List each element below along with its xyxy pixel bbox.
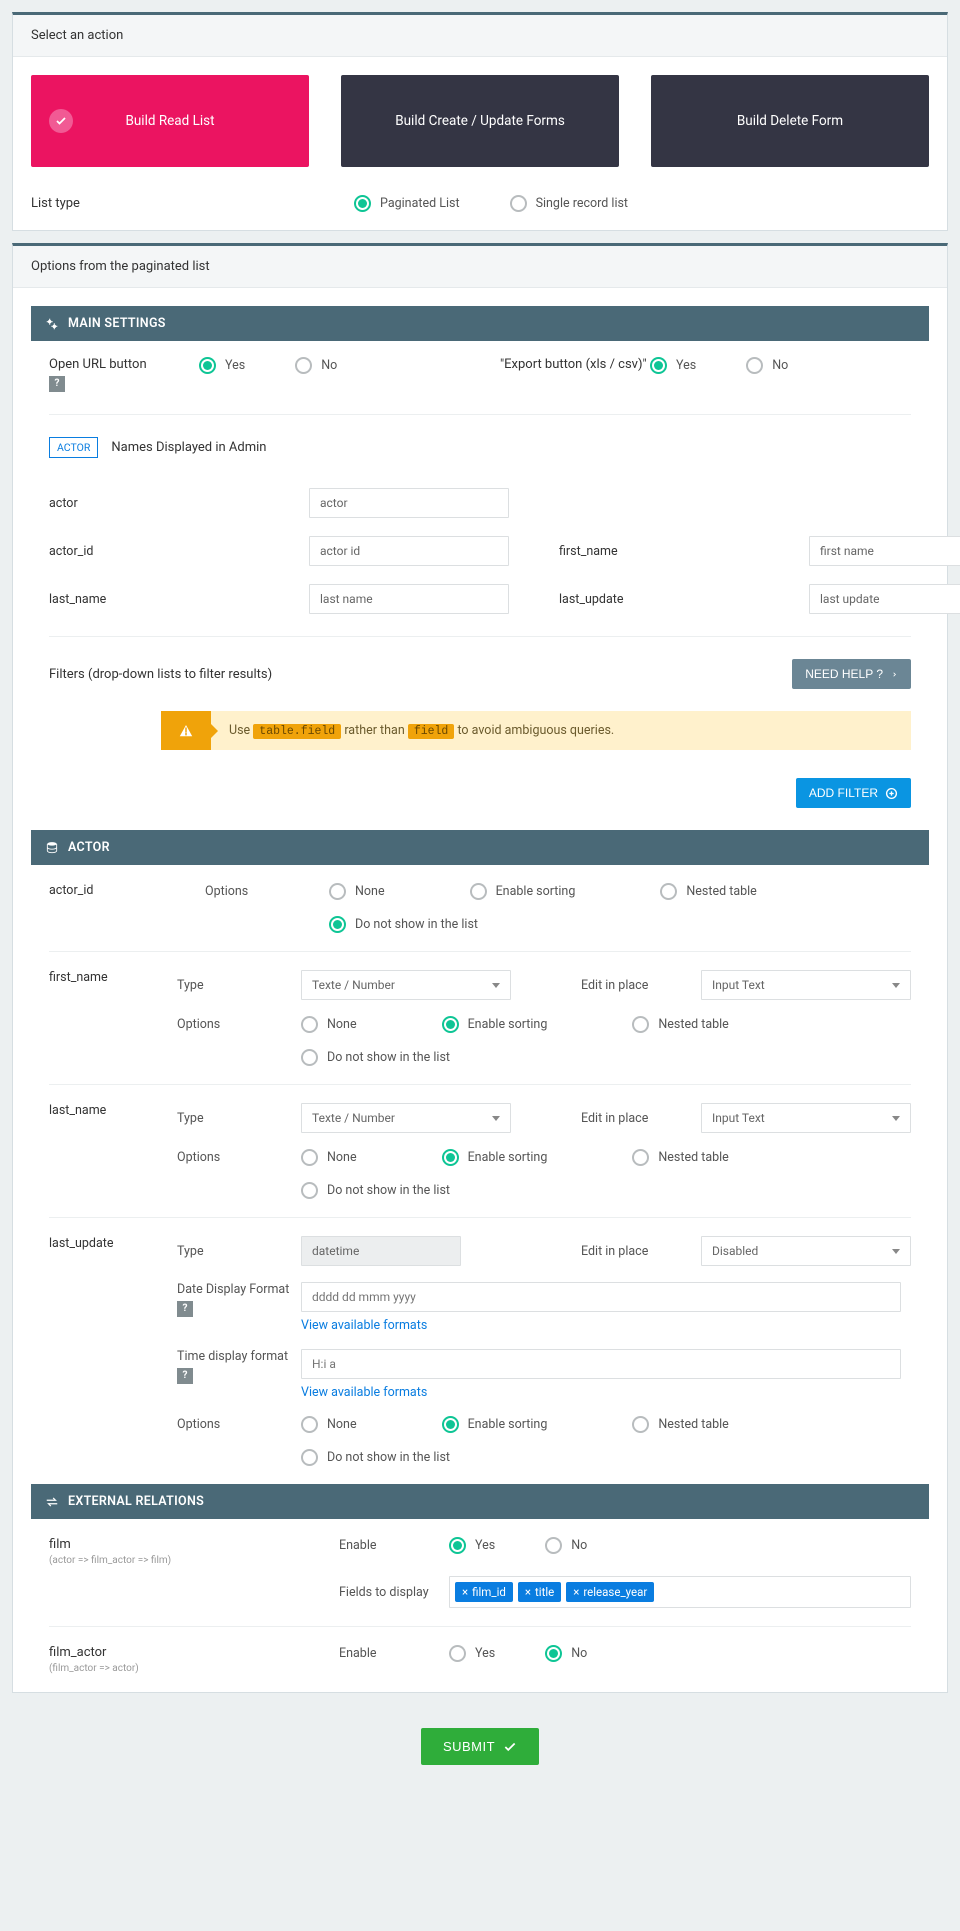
field-label-first-name: first_name — [559, 544, 759, 559]
external-bar: EXTERNAL RELATIONS — [31, 1484, 929, 1519]
exchange-icon — [45, 1495, 59, 1509]
opt-ln-nested[interactable]: Nested table — [632, 1149, 728, 1166]
alert-box: Use table.field rather than field to avo… — [161, 711, 911, 750]
list-type-label: List type — [31, 196, 354, 211]
action-create-update[interactable]: Build Create / Update Forms — [341, 75, 619, 167]
check-icon — [503, 1740, 517, 1754]
opt-fn-hide[interactable]: Do not show in the list — [301, 1049, 450, 1066]
select-first-name-type[interactable]: Texte / Number — [301, 970, 511, 1000]
radio-single-record[interactable]: Single record list — [510, 195, 628, 212]
action-label: Build Read List — [125, 113, 214, 129]
tag-film-id[interactable]: × film_id — [455, 1582, 513, 1602]
gears-icon — [45, 317, 59, 331]
caret-down-icon — [492, 1116, 500, 1121]
help-icon[interactable]: ? — [177, 1368, 193, 1384]
ext-film-name: film — [49, 1537, 339, 1552]
ext-film-path: (actor => film_actor => film) — [49, 1555, 339, 1566]
link-time-formats[interactable]: View available formats — [301, 1385, 901, 1400]
actions-header: Select an action — [13, 15, 947, 57]
caret-down-icon — [892, 1116, 900, 1121]
radio-export-yes[interactable]: Yes — [650, 357, 696, 374]
link-date-formats[interactable]: View available formats — [301, 1318, 901, 1333]
opt-actor-id-nested[interactable]: Nested table — [660, 883, 756, 900]
input-lu-type — [301, 1236, 461, 1266]
input-date-format[interactable] — [301, 1282, 901, 1312]
actor-chip: ACTOR — [49, 437, 98, 458]
field-label-last-name: last_name — [49, 592, 259, 607]
col-last-name: last_name — [49, 1103, 177, 1118]
actions-card: Select an action Build Read List Build C… — [12, 12, 948, 231]
help-icon[interactable]: ? — [49, 376, 65, 392]
tag-title[interactable]: × title — [518, 1582, 561, 1602]
need-help-button[interactable]: NEED HELP ? — [792, 659, 911, 689]
caret-down-icon — [892, 1249, 900, 1254]
radio-open-url-yes[interactable]: Yes — [199, 357, 245, 374]
field-label-actor: actor — [49, 496, 259, 511]
action-label: Build Create / Update Forms — [395, 113, 565, 129]
field-input-actor-id[interactable] — [309, 536, 509, 566]
radio-fa-no[interactable]: No — [545, 1645, 587, 1662]
caret-down-icon — [492, 983, 500, 988]
select-first-name-eip[interactable]: Input Text — [701, 970, 911, 1000]
options-header: Options from the paginated list — [13, 246, 947, 288]
help-icon[interactable]: ? — [177, 1301, 193, 1317]
field-input-actor[interactable] — [309, 488, 509, 518]
radio-film-no[interactable]: No — [545, 1537, 587, 1554]
submit-button[interactable]: SUBMIT — [421, 1728, 539, 1765]
check-icon — [49, 109, 73, 133]
field-label-last-update: last_update — [559, 592, 759, 607]
select-last-name-eip[interactable]: Input Text — [701, 1103, 911, 1133]
actor-bar: ACTOR — [31, 830, 929, 865]
select-lu-eip[interactable]: Disabled — [701, 1236, 911, 1266]
col-actor-id: actor_id — [49, 883, 205, 898]
action-read-list[interactable]: Build Read List — [31, 75, 309, 167]
opt-actor-id-hide[interactable]: Do not show in the list — [329, 916, 478, 933]
caret-down-icon — [892, 983, 900, 988]
field-label-actor-id: actor_id — [49, 544, 259, 559]
field-input-first-name[interactable] — [809, 536, 960, 566]
opt-ln-none[interactable]: None — [301, 1149, 357, 1166]
names-title: Names Displayed in Admin — [111, 440, 266, 455]
opt-ln-sort[interactable]: Enable sorting — [442, 1149, 548, 1166]
database-icon — [45, 841, 59, 855]
radio-open-url-no[interactable]: No — [295, 357, 337, 374]
col-first-name: first_name — [49, 970, 177, 985]
tag-release-year[interactable]: × release_year — [566, 1582, 654, 1602]
field-input-last-name[interactable] — [309, 584, 509, 614]
opt-lu-none[interactable]: None — [301, 1416, 357, 1433]
opt-fn-none[interactable]: None — [301, 1016, 357, 1033]
ext-film-actor-path: (film_actor => actor) — [49, 1663, 339, 1674]
action-label: Build Delete Form — [737, 113, 843, 129]
opt-fn-nested[interactable]: Nested table — [632, 1016, 728, 1033]
action-delete[interactable]: Build Delete Form — [651, 75, 929, 167]
opt-lu-hide[interactable]: Do not show in the list — [301, 1449, 450, 1466]
radio-export-no[interactable]: No — [746, 357, 788, 374]
plus-circle-icon — [885, 787, 898, 800]
add-filter-button[interactable]: ADD FILTER — [796, 778, 911, 808]
opt-lu-nested[interactable]: Nested table — [632, 1416, 728, 1433]
field-input-last-update[interactable] — [809, 584, 960, 614]
open-url-label: Open URL button — [49, 357, 199, 372]
warning-icon — [161, 711, 211, 750]
options-card: Options from the paginated list MAIN SET… — [12, 243, 948, 1693]
export-label: "Export button (xls / csv)" — [500, 357, 650, 372]
select-last-name-type[interactable]: Texte / Number — [301, 1103, 511, 1133]
opt-actor-id-sort[interactable]: Enable sorting — [470, 883, 576, 900]
opt-lu-sort[interactable]: Enable sorting — [442, 1416, 548, 1433]
radio-film-yes[interactable]: Yes — [449, 1537, 495, 1554]
opt-fn-sort[interactable]: Enable sorting — [442, 1016, 548, 1033]
chevron-right-icon — [891, 669, 898, 680]
main-settings-bar: MAIN SETTINGS — [31, 306, 929, 341]
radio-paginated[interactable]: Paginated List — [354, 195, 460, 212]
opt-ln-hide[interactable]: Do not show in the list — [301, 1182, 450, 1199]
filters-title: Filters (drop-down lists to filter resul… — [49, 667, 272, 682]
tags-input[interactable]: × film_id × title × release_year — [449, 1576, 911, 1608]
input-time-format[interactable] — [301, 1349, 901, 1379]
opt-actor-id-none[interactable]: None — [329, 883, 385, 900]
col-last-update: last_update — [49, 1236, 177, 1251]
radio-fa-yes[interactable]: Yes — [449, 1645, 495, 1662]
ext-film-actor-name: film_actor — [49, 1645, 339, 1660]
